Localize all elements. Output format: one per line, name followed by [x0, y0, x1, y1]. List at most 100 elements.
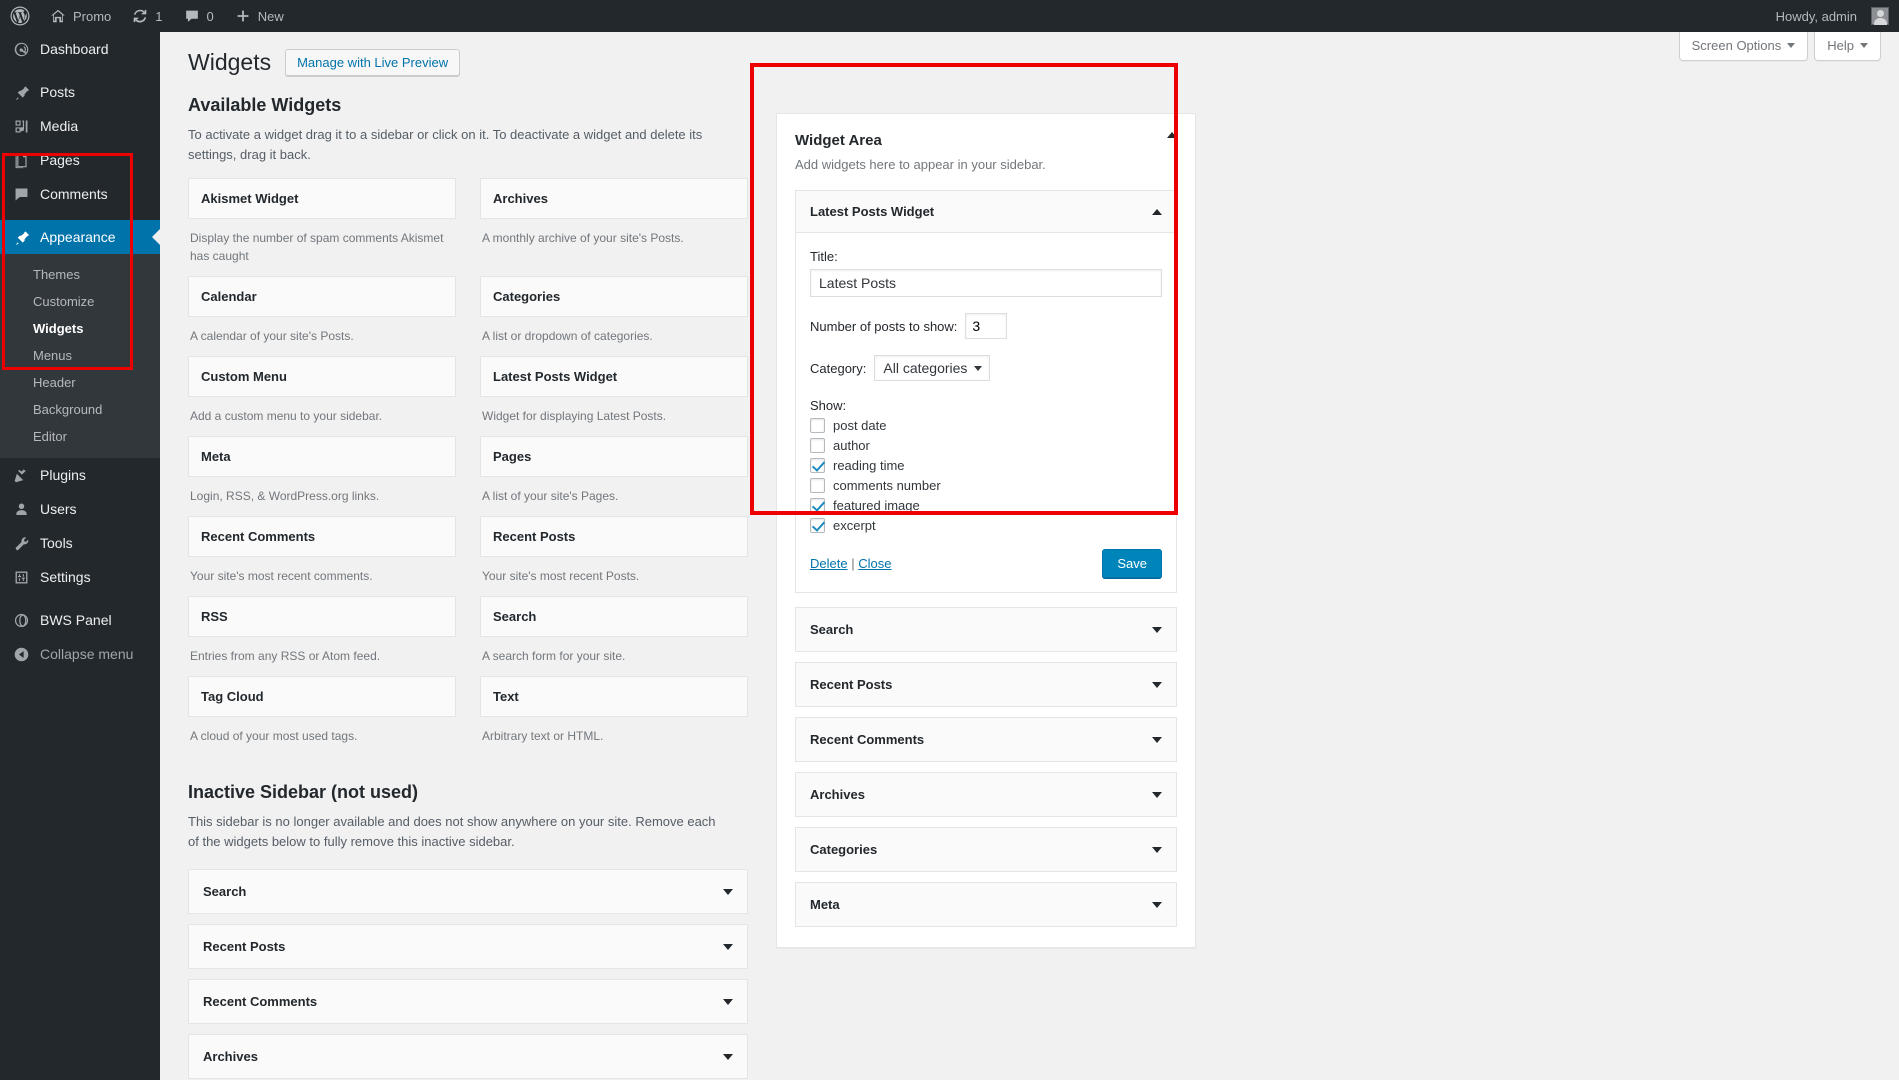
available-widget-akismet-widget[interactable]: Akismet Widget [188, 178, 456, 219]
checkbox-reading-time[interactable]: reading time [810, 458, 1162, 473]
sidebar-item-label: Users [40, 501, 77, 517]
available-widget-recent-posts[interactable]: Recent Posts [480, 516, 748, 557]
title-input[interactable] [810, 269, 1162, 297]
sidebar-item-dashboard[interactable]: Dashboard [0, 32, 160, 66]
available-widget-description: Add a custom menu to your sidebar. [190, 409, 383, 423]
category-select[interactable]: All categories [874, 355, 991, 381]
avatar [1871, 7, 1889, 25]
available-widget-custom-menu[interactable]: Custom Menu [188, 356, 456, 397]
widget-row-recent-posts[interactable]: Recent Posts [795, 662, 1177, 707]
site-name-menu[interactable]: Promo [39, 0, 121, 32]
wordpress-logo-menu[interactable] [0, 0, 39, 32]
save-button[interactable]: Save [1102, 549, 1162, 578]
help-button[interactable]: Help [1814, 32, 1881, 61]
sidebar-item-plugins[interactable]: Plugins [0, 458, 160, 492]
checkbox-post-date[interactable]: post date [810, 418, 1162, 433]
chevron-down-icon[interactable] [1152, 901, 1162, 908]
sidebar-item-settings[interactable]: Settings [0, 560, 160, 594]
sidebar-item-posts[interactable]: Posts [0, 75, 160, 109]
screen-options-button[interactable]: Screen Options [1678, 32, 1809, 61]
posts-count-input[interactable] [965, 313, 1008, 339]
available-widget-meta[interactable]: Meta [188, 436, 456, 477]
checkbox-excerpt[interactable]: excerpt [810, 518, 1162, 533]
available-widget-description: Entries from any RSS or Atom feed. [190, 649, 381, 663]
chevron-down-icon[interactable] [1152, 681, 1162, 688]
inactive-widget-recent-posts[interactable]: Recent Posts [188, 924, 748, 969]
sidebar-item-comments[interactable]: Comments [0, 177, 160, 211]
collapse-menu-button[interactable]: Collapse menu [0, 637, 160, 671]
available-widget-archives[interactable]: Archives [480, 178, 748, 219]
chevron-down-icon[interactable] [1152, 626, 1162, 633]
inactive-widget-archives[interactable]: Archives [188, 1034, 748, 1079]
available-widget-text[interactable]: Text [480, 676, 748, 717]
available-widget-latest-posts-widget[interactable]: Latest Posts Widget [480, 356, 748, 397]
sidebar-subitem-menus[interactable]: Menus [0, 342, 160, 369]
widget-row-archives[interactable]: Archives [795, 772, 1177, 817]
widget-row-meta[interactable]: Meta [795, 882, 1177, 927]
widget-row-categories[interactable]: Categories [795, 827, 1177, 872]
widget-links: Delete | Close [810, 556, 891, 571]
checkbox-box[interactable] [810, 458, 825, 473]
chevron-down-icon[interactable] [723, 943, 733, 950]
sidebar-subitem-header[interactable]: Header [0, 369, 160, 396]
sidebar-item-tools[interactable]: Tools [0, 526, 160, 560]
my-account-menu[interactable]: Howdy, admin [1766, 0, 1899, 32]
chevron-down-icon[interactable] [723, 1053, 733, 1060]
checkbox-featured-image[interactable]: featured image [810, 498, 1162, 513]
chevron-down-icon[interactable] [1152, 791, 1162, 798]
chevron-up-icon[interactable] [1167, 132, 1177, 138]
inactive-widget-recent-comments[interactable]: Recent Comments [188, 979, 748, 1024]
delete-widget-link[interactable]: Delete [810, 556, 848, 571]
inactive-widget-search[interactable]: Search [188, 869, 748, 914]
sidebar-subitem-editor[interactable]: Editor [0, 423, 160, 450]
chevron-up-icon[interactable] [1152, 208, 1162, 215]
sidebar-item-appearance[interactable]: Appearance [0, 220, 160, 254]
checkbox-box[interactable] [810, 478, 825, 493]
checkbox-box[interactable] [810, 438, 825, 453]
plus-icon [234, 7, 252, 25]
updates-menu[interactable]: 1 [121, 0, 172, 32]
available-widget-cell: Calendar A calendar of your site's Posts… [188, 276, 468, 356]
sidebar-subitem-themes[interactable]: Themes [0, 261, 160, 288]
available-widget-recent-comments[interactable]: Recent Comments [188, 516, 456, 557]
available-widget-calendar[interactable]: Calendar [188, 276, 456, 317]
chevron-down-icon[interactable] [723, 998, 733, 1005]
widget-row-recent-comments[interactable]: Recent Comments [795, 717, 1177, 762]
widget-row-search[interactable]: Search [795, 607, 1177, 652]
close-widget-link[interactable]: Close [858, 556, 891, 571]
widget-area-panel: Widget Area Add widgets here to appear i… [776, 113, 1196, 948]
sidebar-subitem-widgets[interactable]: Widgets [0, 315, 160, 342]
chevron-down-icon[interactable] [1152, 736, 1162, 743]
checkbox-box[interactable] [810, 518, 825, 533]
new-content-menu[interactable]: New [224, 0, 294, 32]
sidebar-item-users[interactable]: Users [0, 492, 160, 526]
available-widget-pages[interactable]: Pages [480, 436, 748, 477]
available-widget-search[interactable]: Search [480, 596, 748, 637]
checkbox-box[interactable] [810, 498, 825, 513]
page-title: Widgets [188, 49, 272, 75]
sidebar-item-pages[interactable]: Pages [0, 143, 160, 177]
available-widget-description: A cloud of your most used tags. [190, 729, 358, 743]
manage-live-preview-button[interactable]: Manage with Live Preview [285, 49, 461, 76]
checkbox-box[interactable] [810, 418, 825, 433]
chevron-down-icon[interactable] [723, 888, 733, 895]
screen-options-label: Screen Options [1691, 38, 1782, 53]
sidebar-item-label: Dashboard [40, 41, 109, 57]
checkbox-author[interactable]: author [810, 438, 1162, 453]
available-widget-categories[interactable]: Categories [480, 276, 748, 317]
checkbox-comments-number[interactable]: comments number [810, 478, 1162, 493]
checkbox-label: comments number [833, 478, 941, 493]
available-widget-rss[interactable]: RSS [188, 596, 456, 637]
comments-menu[interactable]: 0 [173, 0, 224, 32]
sidebar-item-media[interactable]: Media [0, 109, 160, 143]
available-widget-tag-cloud[interactable]: Tag Cloud [188, 676, 456, 717]
sidebar-subitem-background[interactable]: Background [0, 396, 160, 423]
available-widget-cell: Recent Posts Your site's most recent Pos… [468, 516, 748, 596]
sidebar-item-bws-panel[interactable]: BWS Panel [0, 603, 160, 637]
chevron-down-icon[interactable] [1152, 846, 1162, 853]
category-selected-value: All categories [883, 360, 968, 376]
tools-wrench-icon [11, 535, 31, 552]
sidebar-subitem-customize[interactable]: Customize [0, 288, 160, 315]
latest-posts-widget-header[interactable]: Latest Posts Widget [796, 191, 1176, 233]
collapsed-widgets-list: Search Recent Posts Recent Comments Arch… [795, 607, 1177, 927]
